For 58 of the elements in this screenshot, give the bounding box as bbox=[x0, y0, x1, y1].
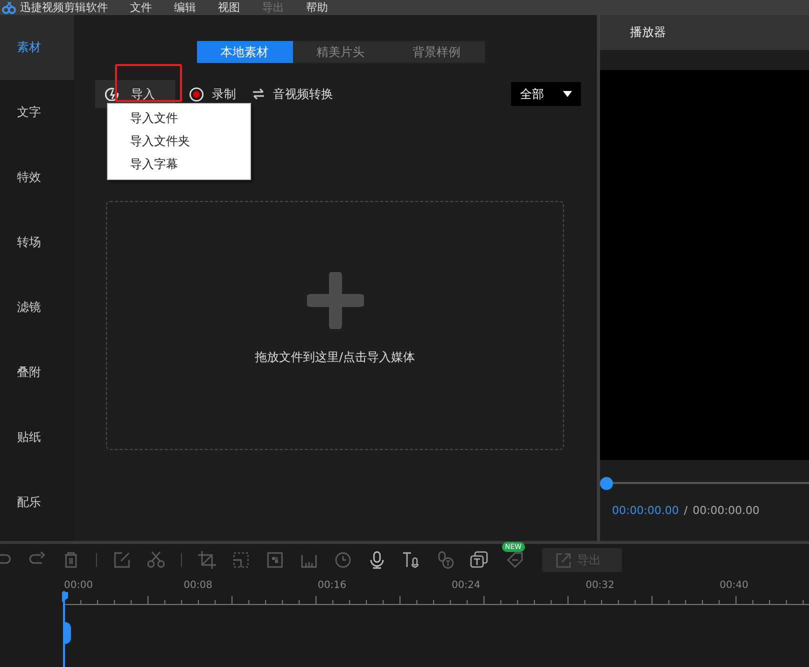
menu-item[interactable]: 编辑 bbox=[174, 1, 196, 14]
ruler-label: 00:40 bbox=[720, 580, 748, 591]
resize-icon[interactable] bbox=[232, 551, 250, 569]
current-time: 00:00:00.00 bbox=[612, 504, 679, 517]
sidebar-item[interactable]: 叠附 bbox=[0, 340, 74, 405]
ruler-label: 00:32 bbox=[586, 580, 614, 591]
filter-dropdown[interactable]: 全部 bbox=[511, 82, 581, 106]
tab[interactable]: 背景样例 bbox=[388, 41, 484, 63]
menu-item[interactable]: 导入文件 bbox=[108, 107, 250, 130]
mosaic-icon[interactable] bbox=[266, 551, 284, 569]
text-microphone-icon[interactable] bbox=[402, 551, 420, 569]
voice-text-icon[interactable] bbox=[436, 551, 454, 569]
progress-track[interactable] bbox=[600, 477, 809, 490]
swap-arrows-icon bbox=[252, 88, 265, 100]
text-layers-icon[interactable] bbox=[470, 551, 488, 569]
sidebar-item[interactable]: 素材 bbox=[0, 15, 74, 80]
ruler-label: 00:08 bbox=[184, 580, 212, 591]
import-icon bbox=[105, 87, 119, 101]
sidebar-item[interactable]: 特效 bbox=[0, 145, 74, 210]
record-icon bbox=[189, 86, 204, 102]
clock-icon[interactable] bbox=[334, 551, 352, 569]
app-title: 迅捷视频剪辑软件 bbox=[20, 1, 108, 14]
edit-icon[interactable] bbox=[113, 551, 131, 569]
sidebar-item[interactable]: 贴纸 bbox=[0, 405, 74, 470]
total-time: 00:00:00.00 bbox=[692, 504, 760, 517]
time-separator: / bbox=[684, 504, 688, 517]
microphone-icon[interactable] bbox=[368, 551, 386, 569]
ruler-label: 00:00 bbox=[64, 580, 93, 591]
sidebar-item[interactable]: 文字 bbox=[0, 80, 74, 145]
sidebar-item[interactable]: 配乐 bbox=[0, 470, 74, 535]
sidebar-item[interactable]: 转场 bbox=[0, 210, 74, 275]
record-button[interactable]: 录制 bbox=[212, 86, 236, 102]
menu-item[interactable]: 导入字幕 bbox=[108, 153, 250, 176]
tag-icon[interactable] bbox=[506, 551, 524, 569]
menu-item[interactable]: 帮助 bbox=[306, 1, 328, 14]
playhead-handle[interactable] bbox=[63, 622, 71, 644]
sidebar-item[interactable]: 滤镜 bbox=[0, 275, 74, 340]
player-title: 播放器 bbox=[600, 15, 809, 50]
convert-button[interactable]: 音视频转换 bbox=[273, 86, 333, 102]
ruler-label: 00:24 bbox=[452, 580, 480, 591]
app-logo-icon bbox=[2, 2, 16, 14]
menu-item[interactable]: 文件 bbox=[130, 1, 152, 14]
caret-icon bbox=[563, 91, 572, 97]
menu-item[interactable]: 视图 bbox=[218, 1, 240, 14]
ruler-label: 00:16 bbox=[318, 580, 346, 591]
drop-hint: 拖放文件到这里/点击导入媒体 bbox=[254, 348, 416, 366]
tab[interactable]: 本地素材 bbox=[196, 41, 292, 63]
export-icon bbox=[556, 552, 571, 568]
crop-icon[interactable] bbox=[198, 551, 216, 569]
drop-zone[interactable]: 拖放文件到这里/点击导入媒体 bbox=[106, 201, 564, 450]
delete-icon[interactable] bbox=[62, 551, 80, 569]
playhead-marker[interactable] bbox=[62, 592, 68, 602]
tab[interactable]: 精美片头 bbox=[292, 41, 388, 63]
highlight-frame bbox=[115, 64, 182, 102]
menu-item[interactable]: 导入文件夹 bbox=[108, 130, 250, 153]
scissors-icon[interactable] bbox=[147, 551, 165, 569]
plus-icon bbox=[306, 272, 364, 328]
progress-handle[interactable] bbox=[600, 477, 613, 490]
